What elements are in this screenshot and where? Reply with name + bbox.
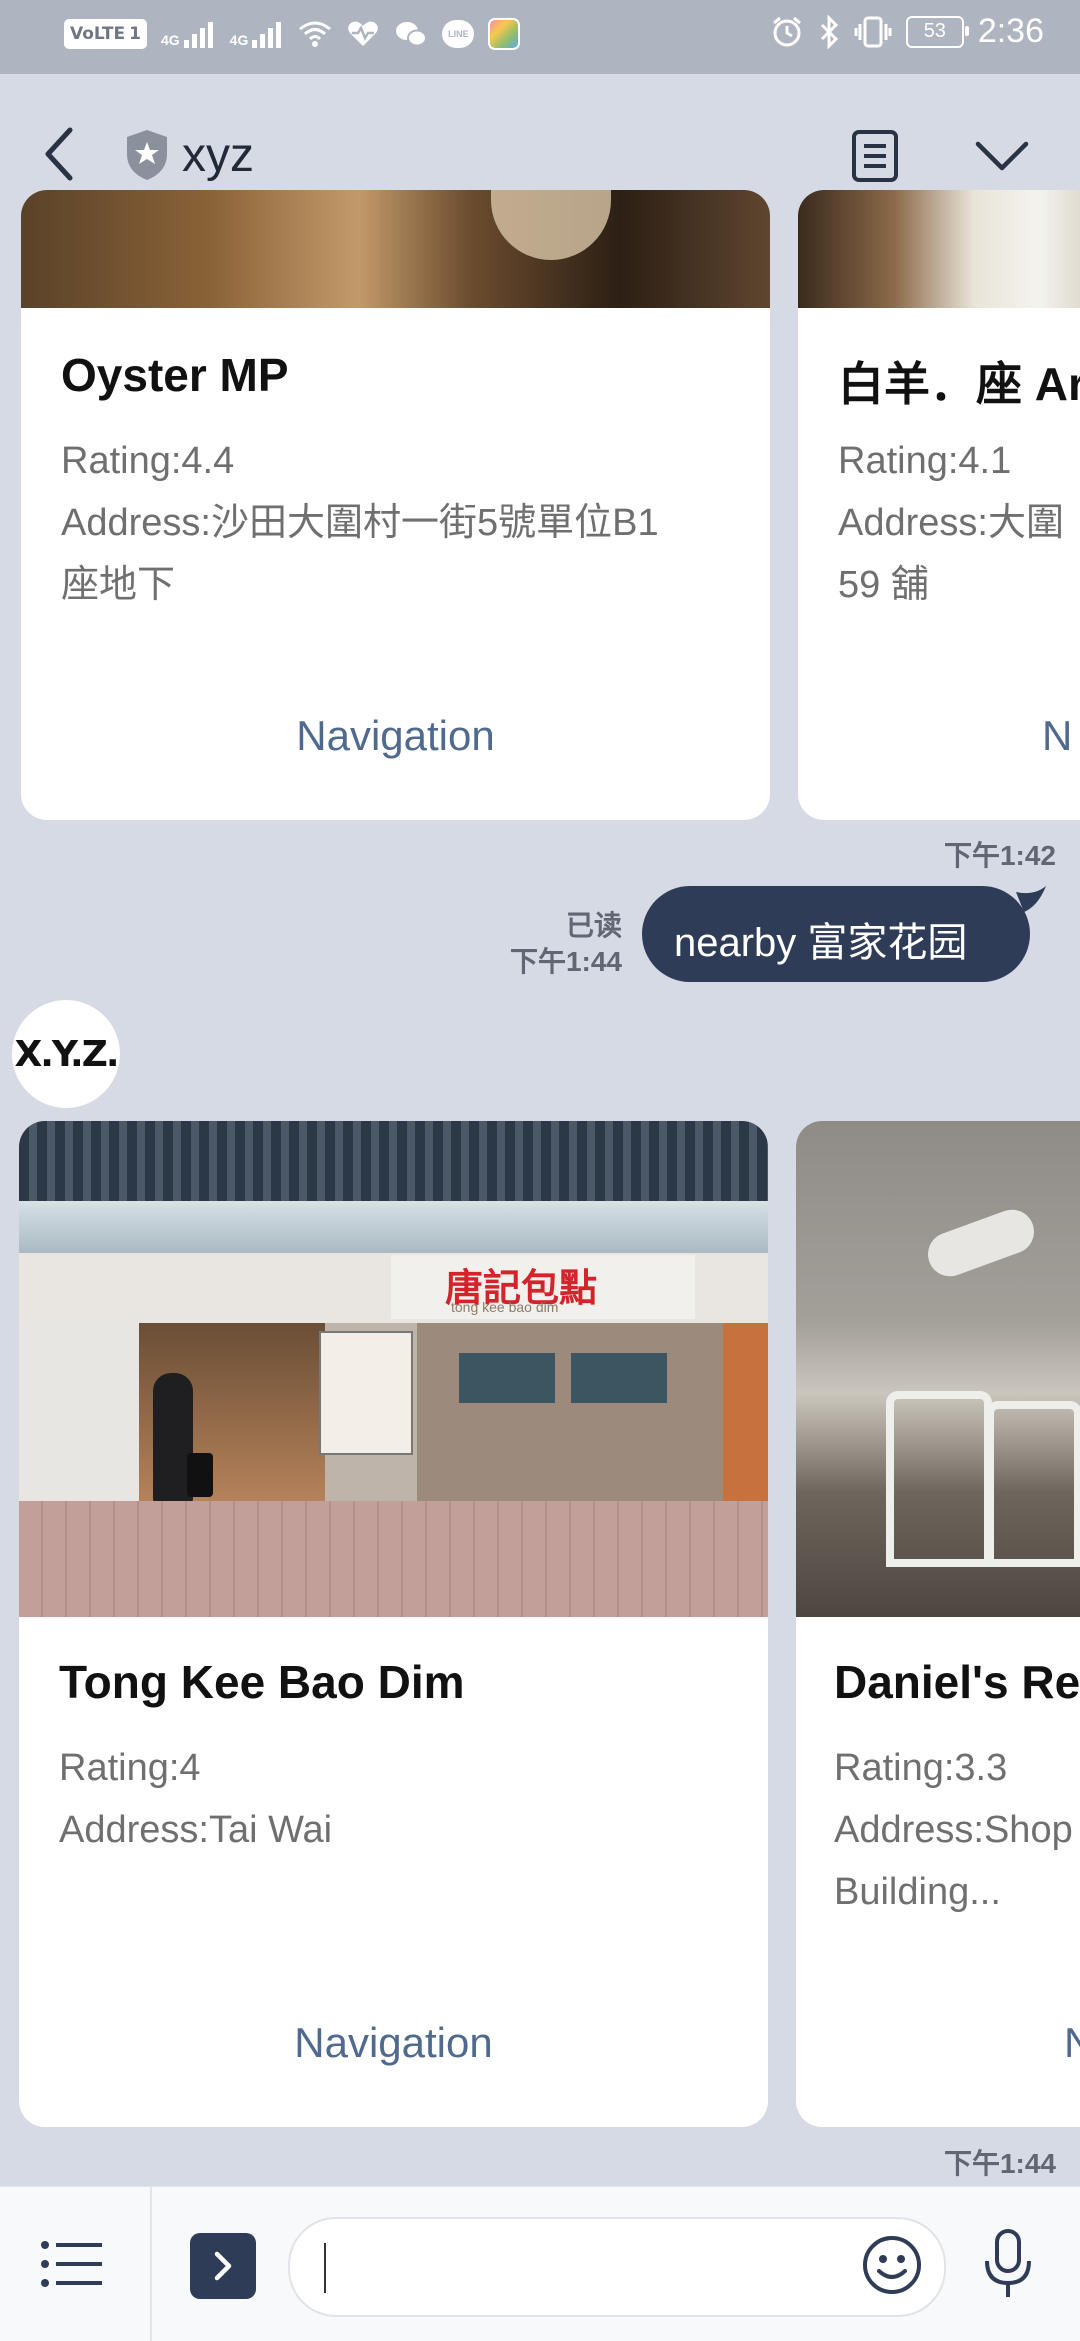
shop-sign: 唐記包點 tong kee bao dim	[391, 1255, 695, 1319]
status-left-icons: VoLTE 1 4G 4G LINE	[64, 18, 521, 50]
restaurant-rating: Rating:4	[59, 1747, 201, 1789]
restaurant-rating: Rating:3.3	[834, 1747, 1008, 1789]
restaurant-address: Address:Tai Wai	[59, 1809, 333, 1851]
restaurant-photo	[798, 190, 1080, 308]
gallery-app-icon	[488, 18, 521, 50]
restaurant-rating: Rating:4.1	[838, 440, 1012, 482]
photo-canopy	[19, 1121, 768, 1201]
restaurant-address-cont: Building...	[834, 1871, 1001, 1913]
volte-indicator: VoLTE 1	[64, 19, 147, 49]
read-receipt: 已读	[565, 910, 622, 941]
text-cursor	[324, 2243, 326, 2293]
restaurant-address: Address:Shop	[834, 1809, 1073, 1851]
photo-pavement	[19, 1501, 768, 1617]
net1-label: 4G	[160, 32, 180, 48]
outgoing-message-bubble[interactable]: nearby 富家花园	[642, 886, 1046, 982]
vibrate-icon	[854, 16, 892, 47]
battery-icon: 53	[905, 15, 969, 48]
signal-1-icon: 4G	[161, 20, 216, 48]
navigation-link[interactable]: N	[796, 2019, 1080, 2067]
signal-2-icon: 4G	[230, 20, 285, 48]
navigation-link[interactable]: Navigation	[21, 712, 770, 760]
photo-ceiling	[19, 1201, 768, 1253]
restaurant-address: Address:大圍	[838, 502, 1064, 544]
bubble-tail	[1016, 886, 1046, 912]
restaurant-address-cont: 座地下	[61, 564, 176, 606]
message-input[interactable]	[288, 2217, 946, 2317]
net2-label: 4G	[229, 32, 249, 48]
chat-title: xyz	[182, 129, 254, 182]
chevron-right-icon	[214, 2251, 232, 2281]
line-app-icon: LINE	[442, 20, 475, 48]
microphone-icon[interactable]	[980, 2227, 1036, 2303]
photo-menu-board	[319, 1331, 413, 1455]
chevron-down-icon[interactable]	[974, 138, 1030, 174]
restaurant-rating: Rating:4.4	[61, 440, 235, 482]
restaurant-card[interactable]: 白羊．座 Ar Rating:4.1 Address:大圍 59 舖 N	[798, 190, 1080, 820]
restaurant-card[interactable]: 唐記包點 tong kee bao dim Tong Kee Bao Dim R…	[19, 1121, 768, 2127]
back-arrow-icon[interactable]	[40, 124, 80, 184]
photo-chair	[886, 1391, 992, 1567]
photo-shop-wall	[417, 1323, 723, 1501]
battery-level: 53	[923, 20, 946, 42]
health-heart-icon	[348, 21, 379, 46]
photo-shop-right	[723, 1323, 768, 1501]
shop-sign-english: tong kee bao dim	[451, 1299, 559, 1315]
photo-window	[459, 1353, 555, 1403]
wifi-icon	[299, 21, 332, 47]
message-timestamp: 下午1:44	[509, 946, 622, 977]
expand-button[interactable]	[190, 2233, 256, 2299]
menu-list-icon[interactable]	[40, 2239, 104, 2289]
photo-wall-left	[19, 1323, 139, 1501]
restaurant-name: Tong Kee Bao Dim	[59, 1656, 465, 1708]
restaurant-name: Oyster MP	[61, 349, 289, 401]
restaurant-photo: 唐記包點 tong kee bao dim	[19, 1121, 768, 1617]
status-right-icons: 53 2:36	[770, 12, 1044, 51]
clock-time: 2:36	[977, 12, 1044, 50]
photo-chair	[986, 1401, 1080, 1567]
restaurant-address: Address:沙田大圍村一街5號單位B1	[61, 502, 659, 544]
restaurant-name: Daniel's Res	[834, 1656, 1080, 1708]
outgoing-message-text: nearby 富家花园	[674, 921, 968, 965]
message-timestamp: 下午1:44	[943, 2148, 1056, 2179]
photo-suitcase	[187, 1453, 213, 1497]
restaurant-photo	[21, 190, 770, 308]
navigation-link[interactable]: N	[798, 712, 1080, 760]
photo-window	[571, 1353, 667, 1403]
restaurant-address-cont: 59 舖	[838, 564, 929, 606]
restaurant-photo	[796, 1121, 1080, 1617]
input-divider	[150, 2187, 152, 2341]
restaurant-card[interactable]: Oyster MP Rating:4.4 Address:沙田大圍村一街5號單位…	[21, 190, 770, 820]
official-account-shield-icon	[127, 130, 167, 180]
message-input-bar	[0, 2186, 1080, 2341]
line-badge-label: LINE	[448, 29, 469, 39]
emoji-icon[interactable]	[860, 2233, 924, 2297]
bluetooth-icon	[820, 14, 838, 49]
message-timestamp: 下午1:42	[943, 840, 1056, 871]
alarm-icon	[772, 16, 801, 46]
status-bar: VoLTE 1 4G 4G LINE 53 2:36	[0, 0, 1080, 74]
notes-icon[interactable]	[850, 128, 900, 184]
volte-label: VoLTE	[70, 24, 126, 44]
sim-label: 1	[129, 24, 141, 44]
bot-avatar[interactable]: X.Y.Z.	[12, 1000, 120, 1108]
restaurant-card[interactable]: Daniel's Res Rating:3.3 Address:Shop Bui…	[796, 1121, 1080, 2127]
photo-wall-decor	[921, 1203, 1041, 1283]
navigation-link[interactable]: Navigation	[19, 2019, 768, 2067]
restaurant-name: 白羊．座 Ar	[838, 358, 1080, 410]
wechat-icon	[396, 22, 428, 47]
bot-avatar-logo: X.Y.Z.	[14, 1033, 120, 1075]
photo-highlight	[491, 190, 611, 260]
